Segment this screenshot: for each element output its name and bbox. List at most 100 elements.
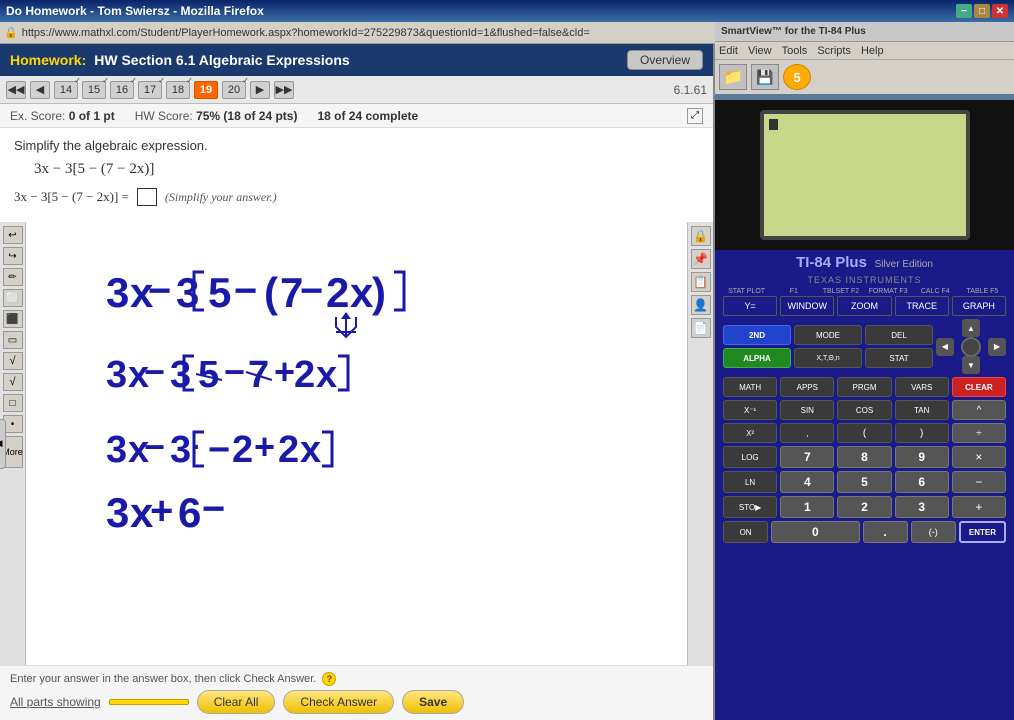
btn-sin[interactable]: SIN xyxy=(780,400,834,420)
btn-yfunc[interactable]: Y= xyxy=(723,296,777,316)
clear-all-button[interactable]: Clear All xyxy=(197,690,276,714)
btn-2[interactable]: 2 xyxy=(837,496,891,518)
btn-comma[interactable]: , xyxy=(780,423,834,443)
tool-select[interactable]: ⬛ xyxy=(3,310,23,328)
nav-num-15[interactable]: 15 xyxy=(82,81,106,99)
btn-2nd[interactable]: 2ND xyxy=(723,325,791,345)
tool-undo[interactable]: ↩ xyxy=(3,226,23,244)
svg-text:−: − xyxy=(202,487,225,531)
btn-8[interactable]: 8 xyxy=(837,446,891,468)
tool-pin[interactable]: 📌 xyxy=(691,249,711,269)
btn-graph[interactable]: GRAPH xyxy=(952,296,1006,316)
btn-sto[interactable]: STO▶ xyxy=(723,496,777,518)
maximize-button[interactable]: □ xyxy=(974,4,990,18)
nav-num-19[interactable]: 19 xyxy=(194,81,218,99)
btn-del[interactable]: DEL xyxy=(865,325,933,345)
expand-button[interactable]: ⤢ xyxy=(687,108,703,124)
calc-body: TI-84 Plus Silver Edition TEXAS INSTRUME… xyxy=(715,250,1014,720)
btn-xinv[interactable]: X⁻¹ xyxy=(723,400,777,420)
btn-apps[interactable]: APPS xyxy=(780,377,834,397)
dpad-left[interactable]: ◀ xyxy=(936,338,954,356)
btn-cos[interactable]: COS xyxy=(837,400,891,420)
btn-minus[interactable]: − xyxy=(952,471,1006,493)
url-display[interactable]: https://www.mathxl.com/Student/PlayerHom… xyxy=(22,27,590,39)
btn-xsq[interactable]: X² xyxy=(723,423,777,443)
tool-lock[interactable]: 🔒 xyxy=(691,226,711,246)
btn-stat[interactable]: STAT xyxy=(865,348,933,368)
btn-9[interactable]: 9 xyxy=(895,446,949,468)
check-answer-button[interactable]: Check Answer xyxy=(283,690,394,714)
btn-power[interactable]: ^ xyxy=(952,400,1006,420)
tool-doc[interactable]: 📄 xyxy=(691,318,711,338)
ln-row: LN 4 5 6 − xyxy=(723,471,1006,493)
nav-num-20[interactable]: 20 xyxy=(222,81,246,99)
help-icon[interactable]: ? xyxy=(322,672,336,686)
side-tab[interactable]: ◀ xyxy=(0,419,6,469)
btn-zoom[interactable]: ZOOM xyxy=(837,296,891,316)
nav-num-18[interactable]: 18 xyxy=(166,81,190,99)
svg-text:x: x xyxy=(300,429,321,471)
btn-trace[interactable]: TRACE xyxy=(895,296,949,316)
nav-next-skip[interactable]: ▶▶ xyxy=(274,81,294,99)
svg-text:2: 2 xyxy=(278,429,299,471)
tool-clip[interactable]: 📋 xyxy=(691,272,711,292)
nav-num-17[interactable]: 17 xyxy=(138,81,162,99)
btn-decimal[interactable]: . xyxy=(863,521,908,543)
btn-1[interactable]: 1 xyxy=(780,496,834,518)
minimize-button[interactable]: − xyxy=(956,4,972,18)
question-id: 6.1.61 xyxy=(674,83,707,97)
btn-clear[interactable]: CLEAR xyxy=(952,377,1006,397)
btn-7[interactable]: 7 xyxy=(780,446,834,468)
btn-vars[interactable]: VARS xyxy=(895,377,949,397)
tool-eraser[interactable]: ⬜ xyxy=(3,289,23,307)
tool-pen[interactable]: ✏ xyxy=(3,268,23,286)
tool-box[interactable]: □ xyxy=(3,394,23,412)
btn-plus[interactable]: + xyxy=(952,496,1006,518)
btn-prgm[interactable]: PRGM xyxy=(837,377,891,397)
btn-3[interactable]: 3 xyxy=(895,496,949,518)
overview-button[interactable]: Overview xyxy=(627,50,703,70)
tool-user[interactable]: 👤 xyxy=(691,295,711,315)
nav-prev[interactable]: ◀ xyxy=(30,81,50,99)
dpad-down[interactable]: ▼ xyxy=(962,356,980,374)
dpad-center[interactable] xyxy=(961,337,981,357)
tool-redo[interactable]: ↪ xyxy=(3,247,23,265)
answer-input-box[interactable] xyxy=(137,188,157,206)
svg-text:x: x xyxy=(350,269,374,316)
btn-log[interactable]: LOG xyxy=(723,446,777,468)
btn-5[interactable]: 5 xyxy=(837,471,891,493)
tool-shapes[interactable]: ▭ xyxy=(3,331,23,349)
svg-text:+: + xyxy=(274,351,295,392)
handwriting-canvas[interactable]: 3 x − 3 5 − ( 7 − 2 x ) xyxy=(26,222,687,665)
btn-on[interactable]: ON xyxy=(723,521,768,543)
btn-div[interactable]: ÷ xyxy=(952,423,1006,443)
btn-lparen[interactable]: ( xyxy=(837,423,891,443)
tool-sqrt2[interactable]: √ xyxy=(3,373,23,391)
dpad-up[interactable]: ▲ xyxy=(962,319,980,337)
nav-prev-skip[interactable]: ◀◀ xyxy=(6,81,26,99)
btn-6[interactable]: 6 xyxy=(895,471,949,493)
btn-mult[interactable]: × xyxy=(952,446,1006,468)
nav-next[interactable]: ▶ xyxy=(250,81,270,99)
btn-rparen[interactable]: ) xyxy=(895,423,949,443)
btn-xtn[interactable]: X,T,Θ,n xyxy=(794,348,862,368)
btn-tan[interactable]: TAN xyxy=(895,400,949,420)
tool-sqrt[interactable]: √ xyxy=(3,352,23,370)
dpad-right[interactable]: ▶ xyxy=(988,338,1006,356)
close-button[interactable]: ✕ xyxy=(992,4,1008,18)
btn-window[interactable]: WINDOW xyxy=(780,296,834,316)
nav-num-14[interactable]: 14 xyxy=(54,81,78,99)
question-text: Simplify the algebraic expression. xyxy=(14,138,699,153)
btn-mode[interactable]: MODE xyxy=(794,325,862,345)
left-buttons: 2ND MODE DEL ALPHA X,T,Θ,n STAT xyxy=(723,325,933,368)
nav-num-16[interactable]: 16 xyxy=(110,81,134,99)
btn-ln[interactable]: LN xyxy=(723,471,777,493)
btn-neg[interactable]: (-) xyxy=(911,521,956,543)
btn-enter[interactable]: ENTER xyxy=(959,521,1006,543)
save-button[interactable]: Save xyxy=(402,690,464,714)
btn-math[interactable]: MATH xyxy=(723,377,777,397)
math-expression: 3x − 3[5 − (7 − 2x)] xyxy=(34,161,699,178)
btn-4[interactable]: 4 xyxy=(780,471,834,493)
btn-alpha[interactable]: ALPHA xyxy=(723,348,791,368)
btn-0[interactable]: 0 xyxy=(771,521,859,543)
